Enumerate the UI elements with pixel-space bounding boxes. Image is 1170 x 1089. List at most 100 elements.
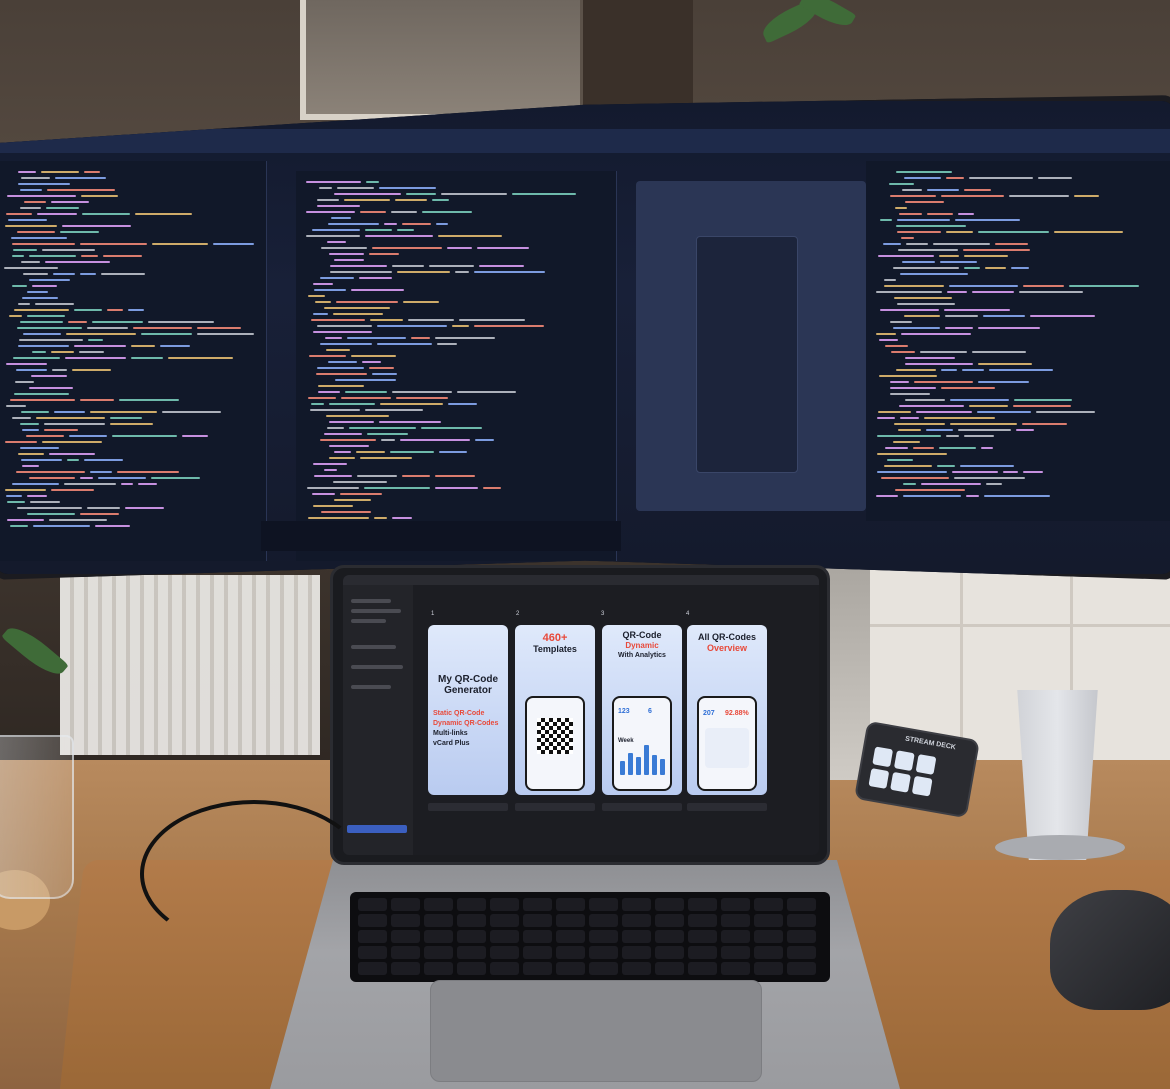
keyboard-key[interactable] (523, 930, 552, 943)
stream-deck-key[interactable] (911, 775, 933, 797)
keyboard-key[interactable] (556, 898, 585, 911)
keyboard-key[interactable] (754, 914, 783, 927)
keyboard-key[interactable] (754, 962, 783, 975)
keyboard-key[interactable] (358, 914, 387, 927)
keyboard-key[interactable] (391, 930, 420, 943)
sidebar-item[interactable] (351, 665, 403, 669)
keyboard-key[interactable] (754, 930, 783, 943)
keyboard-key[interactable] (688, 930, 717, 943)
keyboard-key[interactable] (754, 946, 783, 959)
keyboard-key[interactable] (457, 914, 486, 927)
keyboard-key[interactable] (688, 914, 717, 927)
keyboard-key[interactable] (721, 898, 750, 911)
keyboard-key[interactable] (622, 914, 651, 927)
keyboard-key[interactable] (358, 946, 387, 959)
keyboard-key[interactable] (589, 914, 618, 927)
keyboard-key[interactable] (391, 898, 420, 911)
card-toolbar[interactable] (602, 803, 682, 811)
card-dynamic-analytics[interactable]: QR-Code Dynamic With Analytics 123 6 Wee… (602, 625, 682, 795)
keyboard-key[interactable] (655, 930, 684, 943)
keyboard-key[interactable] (721, 914, 750, 927)
keyboard-key[interactable] (523, 914, 552, 927)
keyboard-key[interactable] (787, 930, 816, 943)
keyboard-key[interactable] (556, 946, 585, 959)
keyboard-key[interactable] (457, 962, 486, 975)
card-all-qr-codes[interactable]: All QR-Codes Overview 207 92.88% (687, 625, 767, 795)
keyboard-key[interactable] (655, 914, 684, 927)
keyboard-key[interactable] (655, 898, 684, 911)
keyboard-key[interactable] (622, 962, 651, 975)
keyboard-key[interactable] (688, 962, 717, 975)
keyboard-key[interactable] (622, 946, 651, 959)
keyboard-key[interactable] (721, 930, 750, 943)
keyboard-key[interactable] (787, 898, 816, 911)
code-line (32, 351, 46, 353)
keyboard-key[interactable] (556, 930, 585, 943)
keyboard-key[interactable] (490, 930, 519, 943)
keyboard-key[interactable] (490, 914, 519, 927)
stream-deck-key[interactable] (915, 754, 937, 775)
keyboard-key[interactable] (424, 914, 453, 927)
keyboard-key[interactable] (490, 946, 519, 959)
sidebar-item[interactable] (351, 685, 391, 689)
keyboard-key[interactable] (589, 930, 618, 943)
keyboard-key[interactable] (622, 930, 651, 943)
sidebar-action-button[interactable] (347, 825, 407, 833)
keyboard-key[interactable] (490, 898, 519, 911)
keyboard-key[interactable] (787, 946, 816, 959)
card-templates[interactable]: 460+ Templates (515, 625, 595, 795)
keyboard-key[interactable] (688, 898, 717, 911)
keyboard-key[interactable] (556, 962, 585, 975)
stream-deck-key[interactable] (872, 746, 894, 768)
keyboard-key[interactable] (523, 898, 552, 911)
keyboard-key[interactable] (424, 946, 453, 959)
keyboard-key[interactable] (457, 898, 486, 911)
keyboard-key[interactable] (391, 962, 420, 975)
stream-deck-key[interactable] (893, 750, 915, 772)
keyboard-key[interactable] (457, 930, 486, 943)
keyboard-key[interactable] (655, 962, 684, 975)
keyboard-key[interactable] (358, 930, 387, 943)
keyboard-key[interactable] (589, 898, 618, 911)
keyboard-key[interactable] (787, 914, 816, 927)
keyboard-key[interactable] (721, 962, 750, 975)
code-line (80, 477, 93, 479)
keyboard-key[interactable] (391, 914, 420, 927)
keyboard-key[interactable] (391, 946, 420, 959)
card-my-qr-code-generator[interactable]: My QR-Code Generator Static QR-Code Dyna… (428, 625, 508, 795)
code-line (964, 267, 980, 269)
code-line (958, 429, 1011, 431)
code-line (331, 217, 351, 219)
keyboard-key[interactable] (589, 962, 618, 975)
keyboard-key[interactable] (589, 946, 618, 959)
trackpad[interactable] (430, 980, 762, 1082)
keyboard-key[interactable] (358, 898, 387, 911)
keyboard-key[interactable] (358, 962, 387, 975)
keyboard-key[interactable] (556, 914, 585, 927)
sidebar-item[interactable] (351, 599, 391, 603)
stream-deck-key[interactable] (868, 768, 890, 789)
keyboard-key[interactable] (622, 898, 651, 911)
card-toolbar[interactable] (687, 803, 767, 811)
keyboard-key[interactable] (490, 962, 519, 975)
sidebar-item[interactable] (351, 609, 401, 613)
keyboard-key[interactable] (754, 898, 783, 911)
keyboard-key[interactable] (523, 946, 552, 959)
computer-mouse[interactable] (1050, 890, 1170, 1010)
card-toolbar[interactable] (428, 803, 508, 811)
card-toolbar[interactable] (515, 803, 595, 811)
keyboard-key[interactable] (721, 946, 750, 959)
keyboard-key[interactable] (424, 962, 453, 975)
stream-deck-key[interactable] (890, 771, 911, 793)
sidebar-item[interactable] (351, 619, 386, 623)
sidebar-item[interactable] (351, 645, 396, 649)
code-line (878, 411, 911, 413)
keyboard-key[interactable] (523, 962, 552, 975)
keyboard-key[interactable] (688, 946, 717, 959)
keyboard-key[interactable] (655, 946, 684, 959)
keyboard-key[interactable] (787, 962, 816, 975)
keyboard-key[interactable] (424, 930, 453, 943)
keyboard-key[interactable] (457, 946, 486, 959)
keyboard-key[interactable] (424, 898, 453, 911)
code-line (945, 327, 973, 329)
